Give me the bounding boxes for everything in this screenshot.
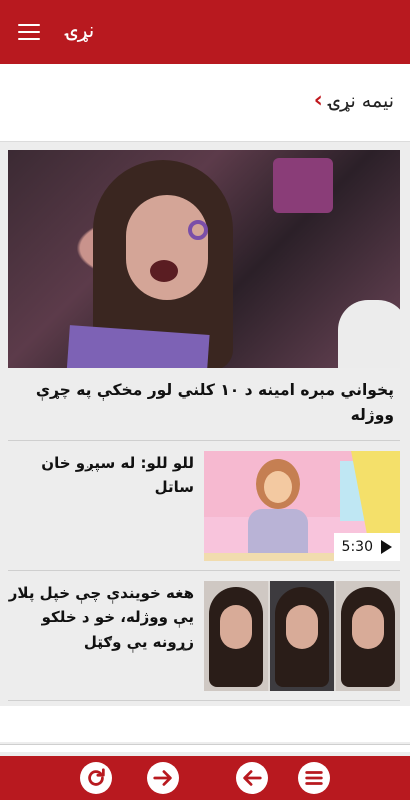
refresh-icon xyxy=(88,768,105,786)
story-title[interactable]: للو للو: له سپږو خان ساتل xyxy=(8,451,194,501)
story-title[interactable]: هغه خويندې چې خپل پلار يې ووژله، خو د خل… xyxy=(8,581,194,655)
app-title: نړۍ xyxy=(66,18,95,42)
story-item[interactable]: 5:30 للو للو: له سپږو خان ساتل xyxy=(8,441,400,571)
duration-label: 5:30 xyxy=(341,538,373,555)
section-title: نیمه نړۍ xyxy=(328,90,394,112)
video-duration-badge[interactable]: 5:30 xyxy=(333,532,400,561)
play-icon xyxy=(381,539,392,554)
arrow-right-icon xyxy=(153,770,172,786)
back-button[interactable] xyxy=(236,762,268,794)
section-link[interactable]: نیمه نړۍ ‹ xyxy=(313,88,394,113)
bottom-nav-bar xyxy=(0,756,410,800)
hero-image[interactable] xyxy=(8,150,400,368)
empty-card xyxy=(0,706,410,742)
story-thumbnail[interactable]: 5:30 xyxy=(204,450,400,561)
menu-button[interactable] xyxy=(298,762,330,794)
app-bar: نړۍ xyxy=(0,0,410,64)
empty-card xyxy=(0,744,410,752)
story-item[interactable]: هغه خويندې چې خپل پلار يې ووژله، خو د خل… xyxy=(8,571,400,701)
story-thumbnail[interactable] xyxy=(204,580,400,691)
hero-story[interactable]: پخواني مېره امينه د ۱۰ کلني لور مخکې په … xyxy=(8,150,400,441)
menu-icon xyxy=(305,771,323,785)
arrow-left-icon xyxy=(243,770,262,786)
hamburger-menu-icon[interactable] xyxy=(18,22,44,42)
news-feed: پخواني مېره امينه د ۱۰ کلني لور مخکې په … xyxy=(8,150,400,701)
section-header: نیمه نړۍ ‹ xyxy=(0,64,410,142)
refresh-button[interactable] xyxy=(80,762,112,794)
forward-button[interactable] xyxy=(147,762,179,794)
hero-caption[interactable]: پخواني مېره امينه د ۱۰ کلني لور مخکې په … xyxy=(8,368,400,441)
chevron-left-icon: ‹ xyxy=(313,88,323,113)
